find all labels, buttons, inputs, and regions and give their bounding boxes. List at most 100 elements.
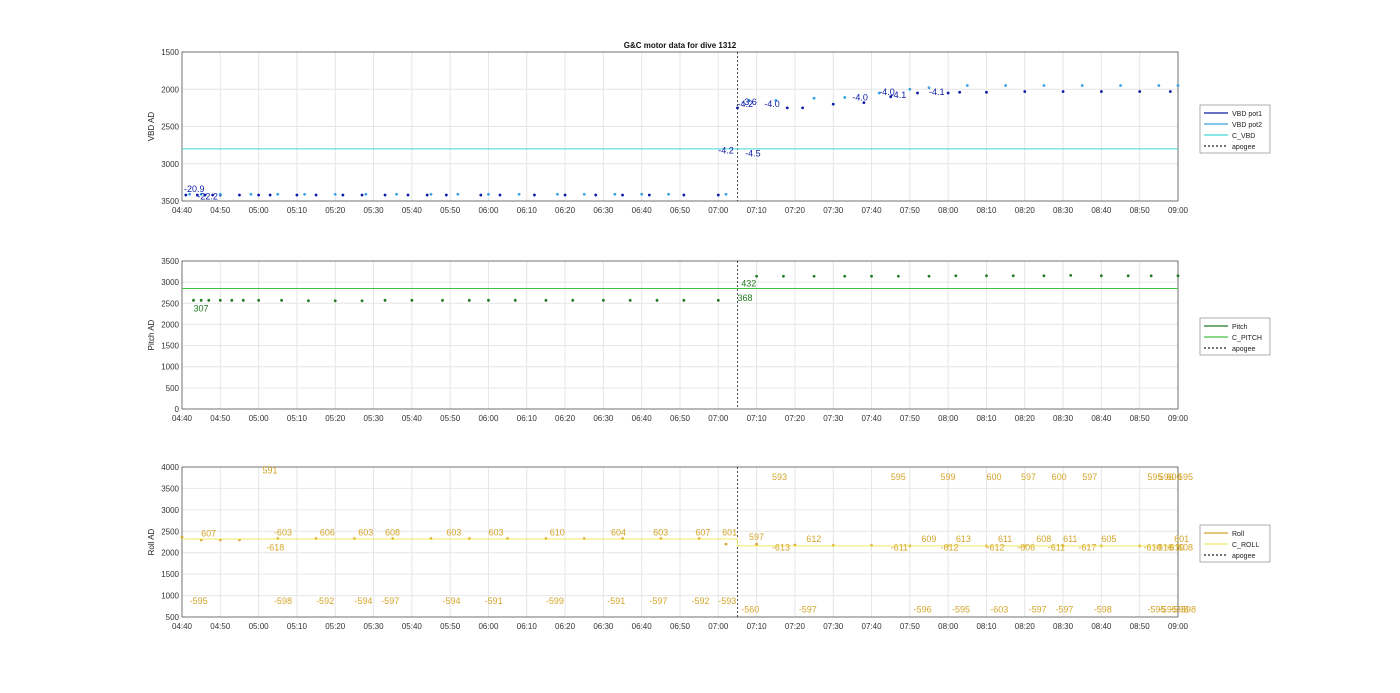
x-tick-label: 07:20 (785, 414, 806, 423)
data-point (199, 298, 203, 302)
data-point (257, 298, 261, 302)
data-label: 612 (806, 534, 821, 544)
data-point (517, 192, 521, 196)
data-point (571, 298, 575, 302)
data-label: 603 (358, 528, 373, 538)
data-point (621, 193, 624, 197)
y-tick-label: 2500 (161, 299, 179, 308)
data-label: -4.1 (929, 87, 945, 97)
x-tick-label: 08:00 (938, 622, 959, 631)
data-point (647, 193, 651, 197)
data-label: 604 (611, 528, 626, 538)
x-tick-label: 08:00 (938, 414, 959, 423)
x-tick-label: 08:10 (976, 206, 997, 215)
legend-entry: apogee (1232, 144, 1255, 151)
y-tick-label: 1000 (161, 592, 179, 601)
data-point (812, 274, 816, 278)
x-tick-label: 06:50 (670, 206, 691, 215)
x-tick-label: 05:00 (249, 206, 270, 215)
y-tick-label: 3000 (161, 160, 179, 169)
x-tick-label: 06:10 (517, 414, 538, 423)
data-label: 608 (1178, 543, 1193, 553)
data-point (755, 542, 759, 546)
data-point (1157, 84, 1161, 87)
x-tick-label: 08:20 (1015, 622, 1036, 631)
x-tick-label: 07:50 (900, 414, 921, 423)
data-point (364, 192, 368, 196)
data-label: -597 (799, 605, 817, 615)
panel-1: 04:40 04:50 05:00 05:10 05:20 05:30 05:40 05:50… (147, 48, 1271, 215)
data-point (594, 193, 598, 197)
legend-entry: C_ROLL (1232, 542, 1259, 549)
data-point (1042, 274, 1046, 278)
data-point (441, 298, 444, 302)
x-tick-label: 06:50 (670, 414, 691, 423)
x-tick-label: 07:20 (785, 206, 806, 215)
x-tick-label: 05:00 (249, 622, 270, 631)
chart-title: G&C motor data for dive 1312 (624, 41, 737, 50)
x-tick-label: 05:40 (402, 622, 423, 631)
data-point (333, 192, 337, 196)
data-point (487, 298, 490, 302)
data-point (1069, 273, 1073, 277)
y-tick-label: 500 (166, 384, 180, 393)
data-point (303, 192, 306, 196)
legend-entry: C_PITCH (1232, 335, 1262, 342)
data-label: 599 (940, 472, 955, 482)
x-tick-label: 06:00 (478, 414, 499, 423)
x-tick-label: 07:10 (747, 414, 768, 423)
data-label: -597 (1055, 605, 1073, 615)
data-label: -598 (1094, 605, 1112, 615)
data-point (1004, 84, 1008, 87)
legend-entry: VBD pot1 (1232, 111, 1262, 118)
x-tick-label: 07:30 (823, 414, 844, 423)
x-tick-label: 08:30 (1053, 206, 1074, 215)
y-tick-label: 3500 (161, 197, 179, 206)
x-tick-label: 09:00 (1168, 414, 1189, 423)
data-point (812, 96, 816, 100)
x-tick-label: 05:50 (440, 414, 461, 423)
y-tick-label: 3500 (161, 484, 179, 493)
data-point (785, 106, 789, 110)
data-point (456, 192, 460, 196)
x-tick-label: 05:30 (364, 414, 385, 423)
data-label: 611 (998, 534, 1012, 544)
x-tick-label: 08:00 (938, 206, 959, 215)
x-tick-label: 09:00 (1168, 622, 1189, 631)
x-tick-label: 06:00 (478, 622, 499, 631)
data-label: -598 (274, 596, 292, 606)
data-point (429, 192, 433, 196)
data-label: 605 (1101, 534, 1116, 544)
y-tick-label: 3000 (161, 278, 179, 287)
data-label: -4.5 (745, 148, 761, 158)
data-point (276, 192, 280, 196)
data-point (682, 298, 686, 302)
x-tick-label: 05:10 (287, 206, 308, 215)
data-point (180, 535, 184, 539)
x-tick-label: 06:10 (517, 206, 538, 215)
x-tick-label: 06:40 (632, 206, 653, 215)
data-point (843, 274, 847, 278)
x-tick-label: 07:30 (823, 206, 844, 215)
y-tick-label: 500 (166, 613, 180, 622)
y-tick-label: 1500 (161, 570, 179, 579)
data-label: -593 (718, 596, 736, 606)
x-tick-label: 07:40 (862, 622, 883, 631)
x-tick-label: 05:30 (364, 622, 385, 631)
y-tick-label: 0 (175, 405, 180, 414)
data-label: -599 (546, 596, 564, 606)
data-label: 608 (385, 528, 400, 538)
data-point (958, 90, 962, 94)
data-point (831, 102, 835, 106)
legend-entry: Roll (1232, 531, 1245, 538)
x-tick-label: 06:50 (670, 622, 691, 631)
data-label: -22.2 (197, 192, 218, 202)
x-tick-label: 06:30 (593, 206, 614, 215)
x-tick-label: 08:30 (1053, 622, 1074, 631)
x-tick-label: 04:40 (172, 414, 193, 423)
y-tick-label: 1500 (161, 342, 179, 351)
data-label: 432 (741, 278, 756, 288)
data-label: -595 (952, 605, 970, 615)
data-point (444, 193, 448, 197)
data-point (601, 298, 605, 302)
